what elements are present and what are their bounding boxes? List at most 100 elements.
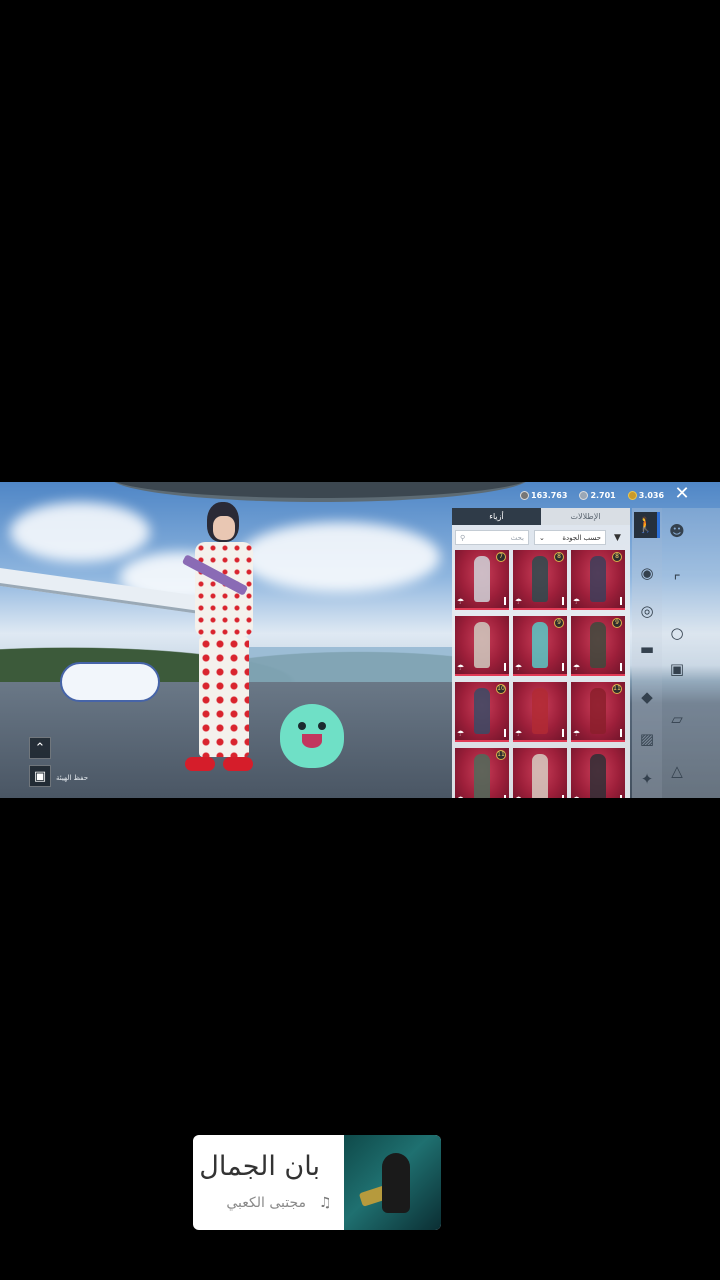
outfit-preview (590, 754, 606, 798)
level-badge: 10 (496, 684, 506, 694)
search-icon: ⚲ (460, 533, 466, 542)
item-marker (504, 729, 506, 737)
outfit-item[interactable]: ☂ (513, 748, 567, 798)
player-character[interactable] (185, 502, 265, 777)
player-face (213, 516, 235, 540)
upgrade-icon[interactable]: ☂ (457, 729, 464, 738)
level-badge: 8 (554, 552, 564, 562)
game-viewport: ⌃ ▣ حفظ الهيئة 163.763 2.701 3.036 ✕ أزي… (0, 482, 720, 798)
outfit-item[interactable]: 10 ☂ (455, 682, 509, 742)
song-title: بان الجمال (199, 1151, 320, 1182)
level-badge: 7 (496, 552, 506, 562)
item-marker (562, 795, 564, 798)
outfit-preview (474, 754, 490, 798)
steering-wheel-icon[interactable]: ○ (664, 620, 690, 646)
outfit-item[interactable]: 8 ☂ (571, 550, 625, 610)
outfit-preview (532, 556, 548, 602)
chevron-down-icon: ⌄ (539, 533, 545, 542)
coat-icon[interactable]: ▨ (634, 726, 660, 752)
trophy-icon[interactable]: ✦ (634, 766, 660, 792)
hat-icon[interactable]: ◉ (634, 560, 660, 586)
vehicle-icon[interactable]: ▬ (634, 636, 660, 662)
item-grid: 7☂8☂8☂☂9☂9☂10☂☂11☂11☂☂☂ (455, 550, 627, 798)
expand-up-button[interactable]: ⌃ (29, 737, 51, 759)
close-button[interactable]: ✕ (672, 484, 692, 504)
upgrade-icon[interactable]: ☂ (515, 597, 522, 606)
upgrade-icon[interactable]: ☂ (457, 795, 464, 798)
item-marker (562, 663, 564, 671)
silver-coin-icon (520, 490, 529, 500)
gun-icon[interactable]: ⌜ (664, 568, 690, 594)
close-icon: ✕ (674, 483, 690, 504)
outfit-item[interactable]: 8 ☂ (513, 550, 567, 610)
outfit-preview (532, 688, 548, 734)
level-badge: 9 (554, 618, 564, 628)
face-icon[interactable]: ◆ (634, 684, 660, 710)
album-art (344, 1135, 441, 1230)
music-card[interactable]: بان الجمال مجتبى الكعبي ♫ (193, 1135, 441, 1230)
upgrade-icon[interactable]: ☂ (515, 663, 522, 672)
item-marker (504, 597, 506, 605)
outfit-item[interactable]: 11 ☂ (571, 682, 625, 742)
dome-roof (110, 482, 530, 502)
item-marker (620, 795, 622, 798)
level-badge: 11 (612, 684, 622, 694)
upgrade-icon[interactable]: ☂ (573, 597, 580, 606)
item-marker (620, 729, 622, 737)
upgrade-icon[interactable]: ☂ (573, 663, 580, 672)
outfit-item[interactable]: ☂ (455, 616, 509, 676)
hat-icon[interactable]: ☻ (664, 518, 690, 544)
outfit-preview (590, 556, 606, 602)
search-placeholder: بحث (510, 533, 524, 542)
filter-button[interactable]: ▼ (610, 530, 625, 545)
pajama-pants (199, 637, 249, 757)
bp-coin-icon (627, 490, 637, 500)
save-outfit-button[interactable]: ▣ (29, 765, 51, 787)
outfit-item[interactable]: ☂ (513, 682, 567, 742)
save-outfit-label: حفظ الهيئة (56, 774, 89, 782)
right-slipper (223, 757, 253, 771)
chevron-up-icon: ⌃ (34, 740, 46, 756)
tab-looks[interactable]: الإطلالات (541, 508, 630, 525)
companion-pet[interactable] (280, 704, 344, 768)
uc-amount: 2.701 (590, 490, 616, 500)
outfit-item[interactable]: 9 ☂ (571, 616, 625, 676)
item-marker (504, 663, 506, 671)
music-text: بان الجمال مجتبى الكعبي (193, 1135, 344, 1230)
upgrade-icon[interactable]: ☂ (573, 729, 580, 738)
artist-name: مجتبى الكعبي (226, 1195, 306, 1211)
sort-label: حسب الجودة (562, 533, 601, 542)
sort-dropdown[interactable]: ⌄ حسب الجودة (534, 530, 606, 545)
backpack-icon[interactable]: ▣ (664, 656, 690, 682)
level-badge: 9 (612, 618, 622, 628)
mask-icon[interactable]: ◎ (634, 598, 660, 624)
parachute-icon[interactable]: △ (664, 758, 690, 784)
level-badge: 8 (612, 552, 622, 562)
outfit-icon[interactable]: 🚶 (634, 512, 660, 538)
upgrade-icon[interactable]: ☂ (515, 795, 522, 798)
silver-amount: 163.763 (531, 490, 568, 500)
inventory-tabs: أزياء الإطلالات (452, 508, 630, 525)
pet-eye (298, 722, 306, 730)
category-column-secondary: ☻ ⌜ ○ ▣ ▱ △ (662, 508, 720, 798)
upgrade-icon[interactable]: ☂ (457, 597, 464, 606)
outfit-preview (474, 556, 490, 602)
outfit-item[interactable]: 7 ☂ (455, 550, 509, 610)
item-marker (562, 597, 564, 605)
item-marker (620, 663, 622, 671)
outfit-item[interactable]: ☂ (571, 748, 625, 798)
item-marker (562, 729, 564, 737)
outfit-item[interactable]: 9 ☂ (513, 616, 567, 676)
box-icon[interactable]: ▱ (664, 706, 690, 732)
upgrade-icon[interactable]: ☂ (515, 729, 522, 738)
upgrade-icon[interactable]: ☂ (573, 795, 580, 798)
search-input[interactable]: ⚲ بحث (455, 530, 529, 545)
tab-outfits[interactable]: أزياء (452, 508, 541, 525)
glider-vehicle (60, 662, 160, 702)
left-slipper (185, 757, 215, 771)
uc-currency: 2.701 (579, 490, 616, 500)
upgrade-icon[interactable]: ☂ (457, 663, 464, 672)
level-badge: 11 (496, 750, 506, 760)
outfit-item[interactable]: 11 ☂ (455, 748, 509, 798)
outfit-preview (474, 622, 490, 668)
